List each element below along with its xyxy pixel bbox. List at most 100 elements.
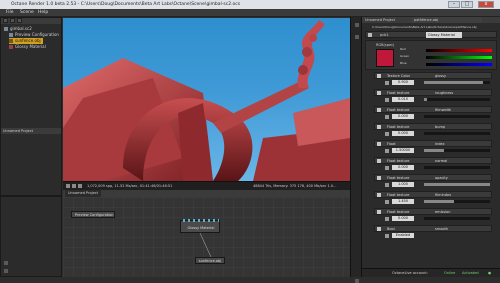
stop-icon[interactable] (78, 184, 82, 188)
diffuse-color-block: RGB(spec) Red Green Blue (365, 40, 497, 70)
link-icon[interactable] (385, 98, 389, 102)
expand-icon[interactable] (377, 125, 381, 129)
slider-fill (424, 183, 490, 186)
expand-icon[interactable] (3, 18, 8, 23)
material-type-dropdown[interactable]: Glossy Material (426, 32, 462, 38)
red-slider[interactable] (426, 49, 492, 52)
expand-icon[interactable] (377, 91, 381, 95)
expand-icon[interactable] (377, 159, 381, 163)
param-slider[interactable] (424, 183, 490, 186)
close-button[interactable]: x (478, 1, 494, 8)
param-row: Float texture bump (374, 123, 492, 130)
param-name: emission (435, 210, 451, 214)
link-icon[interactable] (385, 132, 389, 136)
collapse-icon[interactable] (368, 33, 372, 37)
param-name: filmwidth (435, 108, 452, 112)
outliner-toolbar (1, 18, 61, 24)
expand-icon[interactable] (377, 142, 381, 146)
refresh-icon[interactable] (17, 18, 22, 23)
param-slider[interactable] (424, 217, 490, 220)
toggle-icon[interactable] (355, 23, 359, 27)
expand-icon[interactable] (377, 108, 381, 112)
param-slider[interactable] (424, 115, 490, 118)
play-icon[interactable] (66, 184, 70, 188)
render-viewport[interactable] (63, 18, 350, 181)
file-field[interactable]: pathfence.obj (412, 17, 482, 23)
tree-item-material[interactable]: Glossy Material (9, 44, 46, 50)
expand-icon[interactable] (377, 210, 381, 214)
tree-item-label: gimbal.sc2 (10, 26, 32, 31)
param-row: Float texture roughness (374, 89, 492, 96)
param-slider[interactable] (424, 149, 490, 152)
param-slider[interactable] (424, 200, 490, 203)
param-type: Float texture (387, 210, 410, 214)
node-inspector: Unnamed Project pathfence.obj C:\Users\D… (362, 17, 500, 277)
param-name: roughness (435, 91, 454, 95)
param-name: bump (435, 125, 446, 129)
link-icon[interactable] (385, 200, 389, 204)
fit-icon[interactable] (4, 269, 8, 273)
pin-icon[interactable] (355, 279, 359, 283)
param-value-field[interactable]: 0.000 (392, 131, 414, 136)
node-label: sunfence.obj (198, 259, 222, 263)
lock-icon[interactable] (355, 35, 359, 39)
green-slider[interactable] (426, 56, 492, 59)
node-graph[interactable]: Preview Configuration Glossy Material su… (63, 197, 350, 277)
blue-slider[interactable] (426, 63, 492, 66)
param-value-field[interactable]: 0.000 (392, 216, 414, 221)
param-value-field[interactable]: 0.000 (392, 165, 414, 170)
slider-fill (424, 81, 484, 84)
param-name: filmindex (435, 193, 452, 197)
menu-help[interactable]: Help (38, 9, 48, 17)
param-row: Float index (374, 140, 492, 147)
expand-icon[interactable] (377, 227, 381, 231)
viewport-statusbar: 1,072,009 spp, 11.52 Ms/sec, 01:41:46/01… (63, 181, 350, 190)
minimize-button[interactable]: – (448, 1, 460, 8)
expand-icon[interactable] (377, 74, 381, 78)
node-mesh[interactable]: sunfence.obj (195, 257, 225, 264)
status-bar: OctaneLive account: Online Activated ● (362, 268, 500, 277)
link-icon[interactable] (385, 217, 389, 221)
param-value-field[interactable]: 1.450 (392, 199, 414, 204)
pause-icon[interactable] (72, 184, 76, 188)
param-type: Float (387, 142, 396, 146)
param-slider[interactable] (424, 98, 490, 101)
window-title: Octane Render 1.0 beta 2.53 - C:\Users\D… (0, 0, 500, 9)
param-type: Float texture (387, 159, 410, 163)
mesh-icon (9, 39, 13, 43)
link-icon[interactable] (385, 183, 389, 187)
link-icon[interactable] (385, 149, 389, 153)
param-row: Float texture filmindex (374, 191, 492, 198)
param-value-field[interactable]: 0.900 (392, 80, 414, 85)
vertical-toolstrip (350, 17, 362, 283)
expand-icon[interactable] (377, 176, 381, 180)
link-icon[interactable] (385, 81, 389, 85)
render-image (63, 20, 350, 181)
tree-item-label: sunfence.obj (15, 38, 41, 43)
param-row: Bool smooth (374, 225, 492, 232)
expand-icon[interactable] (377, 193, 381, 197)
menu-file[interactable]: File (6, 9, 14, 17)
param-name: normal (435, 159, 448, 163)
tab-unnamed-project[interactable]: Unnamed Project (65, 190, 102, 197)
zoom-icon[interactable] (4, 261, 8, 265)
param-slider[interactable] (424, 166, 490, 169)
param-value-field[interactable]: 0.010 (392, 97, 414, 102)
param-slider[interactable] (424, 81, 490, 84)
link-icon[interactable] (385, 115, 389, 119)
param-value-field[interactable]: 1.000 (392, 182, 414, 187)
param-name: smooth (435, 227, 449, 231)
collapse-icon[interactable] (10, 18, 15, 23)
menu-scene[interactable]: Scene (20, 9, 34, 17)
link-icon[interactable] (385, 234, 389, 238)
param-value-field[interactable]: Enabled (392, 233, 414, 238)
slider-fill (424, 98, 428, 101)
swatch-label: RGB(spec) (376, 43, 395, 47)
link-icon[interactable] (385, 166, 389, 170)
param-slider[interactable] (424, 132, 490, 135)
param-value-field[interactable]: 0.000 (392, 114, 414, 119)
inspector-node-header: pcb1 Glossy Material (365, 31, 497, 38)
param-value-field[interactable]: 1.50000 (392, 148, 414, 153)
color-swatch[interactable] (376, 49, 394, 67)
maximize-button[interactable]: □ (461, 1, 473, 8)
